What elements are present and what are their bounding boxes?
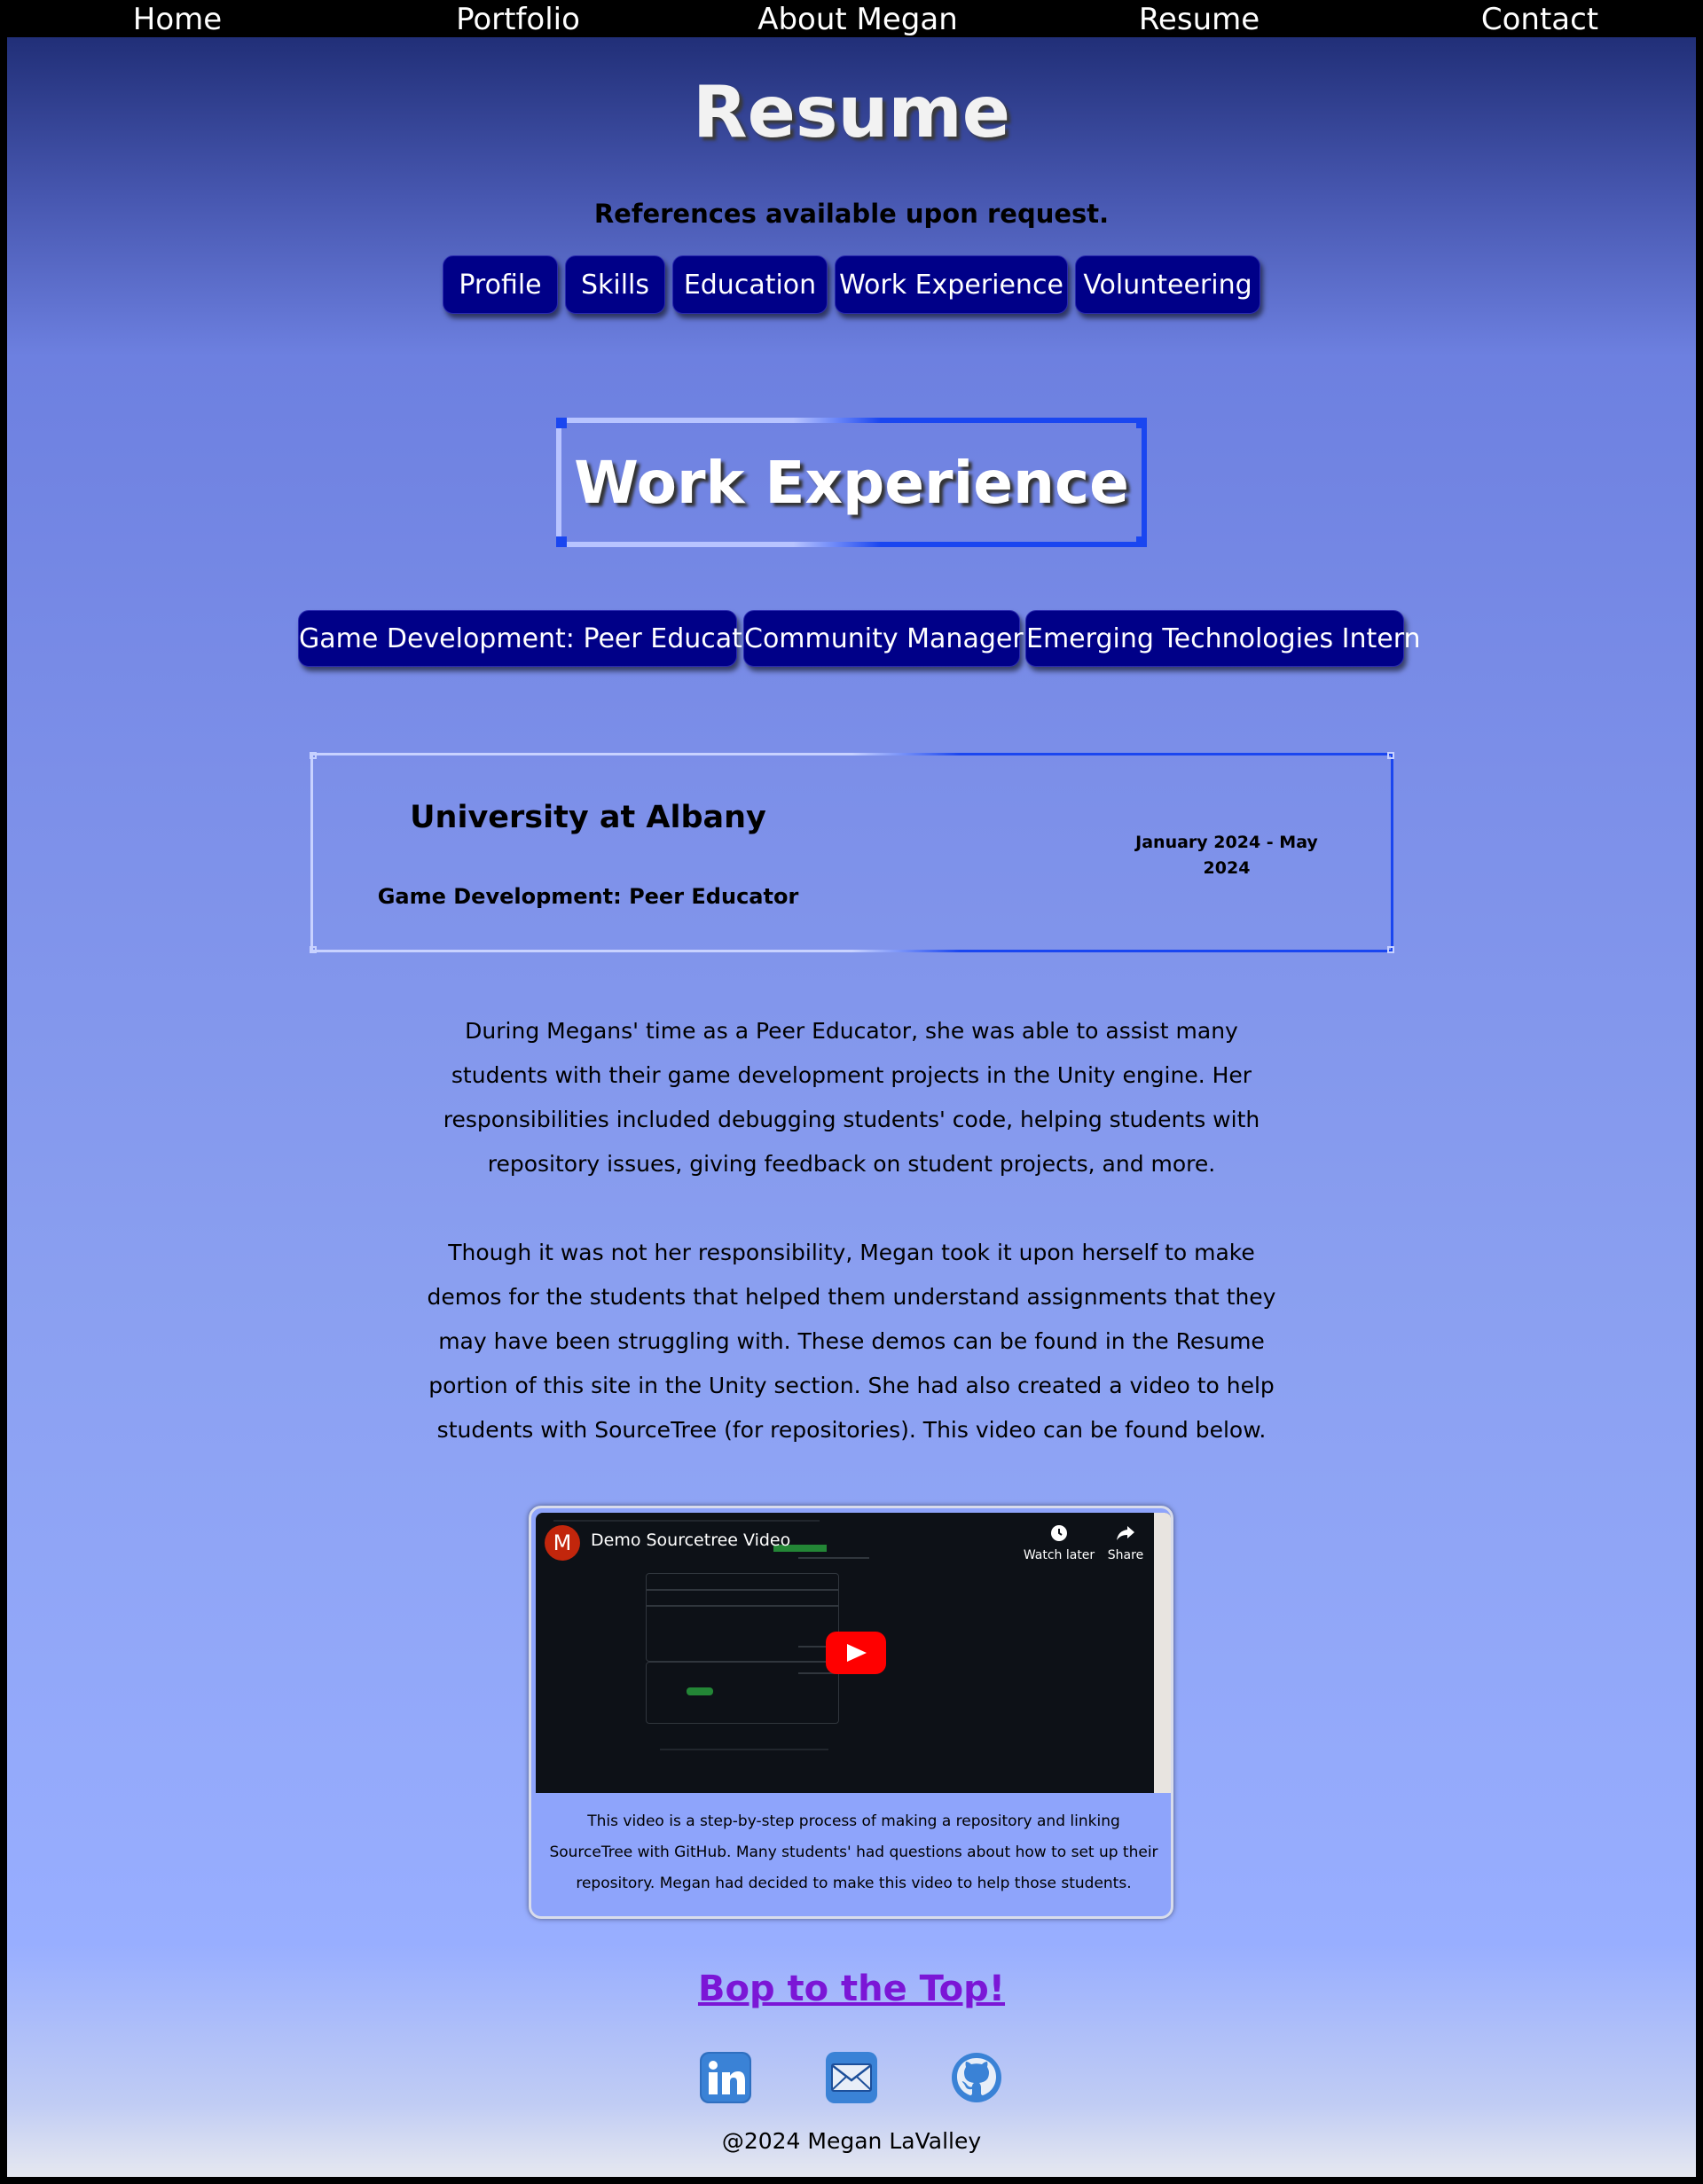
tab-skills[interactable]: Skills (565, 255, 665, 314)
github-icon[interactable] (951, 2052, 1002, 2103)
gh-row-divider (646, 1589, 839, 1591)
video-title[interactable]: Demo Sourcetree Video (591, 1530, 790, 1550)
gh-file-list (646, 1573, 839, 1662)
share-control[interactable]: Share (1086, 1523, 1165, 1562)
play-button[interactable] (826, 1632, 886, 1674)
nav-resume-link[interactable]: Resume (1139, 0, 1260, 37)
card-corner (310, 752, 317, 759)
tab-education[interactable]: Education (672, 255, 828, 314)
channel-avatar[interactable]: M (545, 1525, 580, 1561)
tab-community-manager[interactable]: Community Manager (743, 610, 1024, 667)
gh-about-rule (798, 1557, 869, 1559)
copyright-text: @2024 Megan LaValley (721, 2128, 982, 2154)
mail-icon[interactable] (826, 2052, 877, 2103)
references-note: References available upon request. (593, 199, 1110, 229)
tab-profile[interactable]: Profile (443, 255, 558, 314)
job-role: Game Development: Peer Educator (377, 884, 799, 909)
page-title: Resume (692, 71, 1011, 153)
card-corner (1387, 946, 1394, 953)
video-caption: This video is a step-by-step process of … (549, 1812, 1158, 1892)
section-title: Work Experience (574, 448, 1129, 517)
job-description-2: Though it was not her responsibility, Me… (427, 1240, 1276, 1443)
gh-tabs-bar (553, 1520, 820, 1522)
tab-peer-educator[interactable]: Game Development: Peer Educator (298, 610, 770, 667)
youtube-embed[interactable]: M Demo Sourcetree Video Watch later Shar… (536, 1513, 1171, 1793)
share-label: Share (1107, 1548, 1144, 1562)
top-nav: Home Portfolio About Megan Resume Contac… (0, 0, 1703, 37)
linkedin-icon[interactable] (700, 2052, 751, 2103)
gh-add-readme-button (687, 1687, 713, 1695)
tab-volunteering[interactable]: Volunteering (1075, 255, 1260, 314)
play-icon (847, 1644, 867, 1662)
card-corner (310, 946, 317, 953)
tab-emerging-tech-intern[interactable]: Emerging Technologies Intern (1025, 610, 1421, 667)
nav-portfolio-link[interactable]: Portfolio (456, 0, 580, 37)
share-icon (1086, 1523, 1165, 1548)
gh-row-divider (646, 1605, 839, 1607)
employer-name: University at Albany (410, 800, 766, 835)
gh-footer-line (660, 1749, 828, 1750)
nav-contact-link[interactable]: Contact (1481, 0, 1598, 37)
nav-about-link[interactable]: About Megan (757, 0, 958, 37)
job-description-1: During Megans' time as a Peer Educator, … (443, 1018, 1260, 1177)
section-title-frame: Work Experience (556, 418, 1147, 547)
card-corner (1387, 752, 1394, 759)
gh-readme-box (646, 1662, 839, 1724)
nav-home-link[interactable]: Home (133, 0, 222, 37)
watch-later-label: Watch later (1023, 1548, 1095, 1562)
tab-work-experience[interactable]: Work Experience (835, 255, 1068, 314)
back-to-top-link[interactable]: Bop to the Top! (0, 1969, 1703, 2009)
job-dates: January 2024 - May 2024 (1135, 833, 1318, 878)
job-card: University at Albany Game Development: P… (310, 752, 1394, 953)
video-card: M Demo Sourcetree Video Watch later Shar… (529, 1506, 1173, 1919)
